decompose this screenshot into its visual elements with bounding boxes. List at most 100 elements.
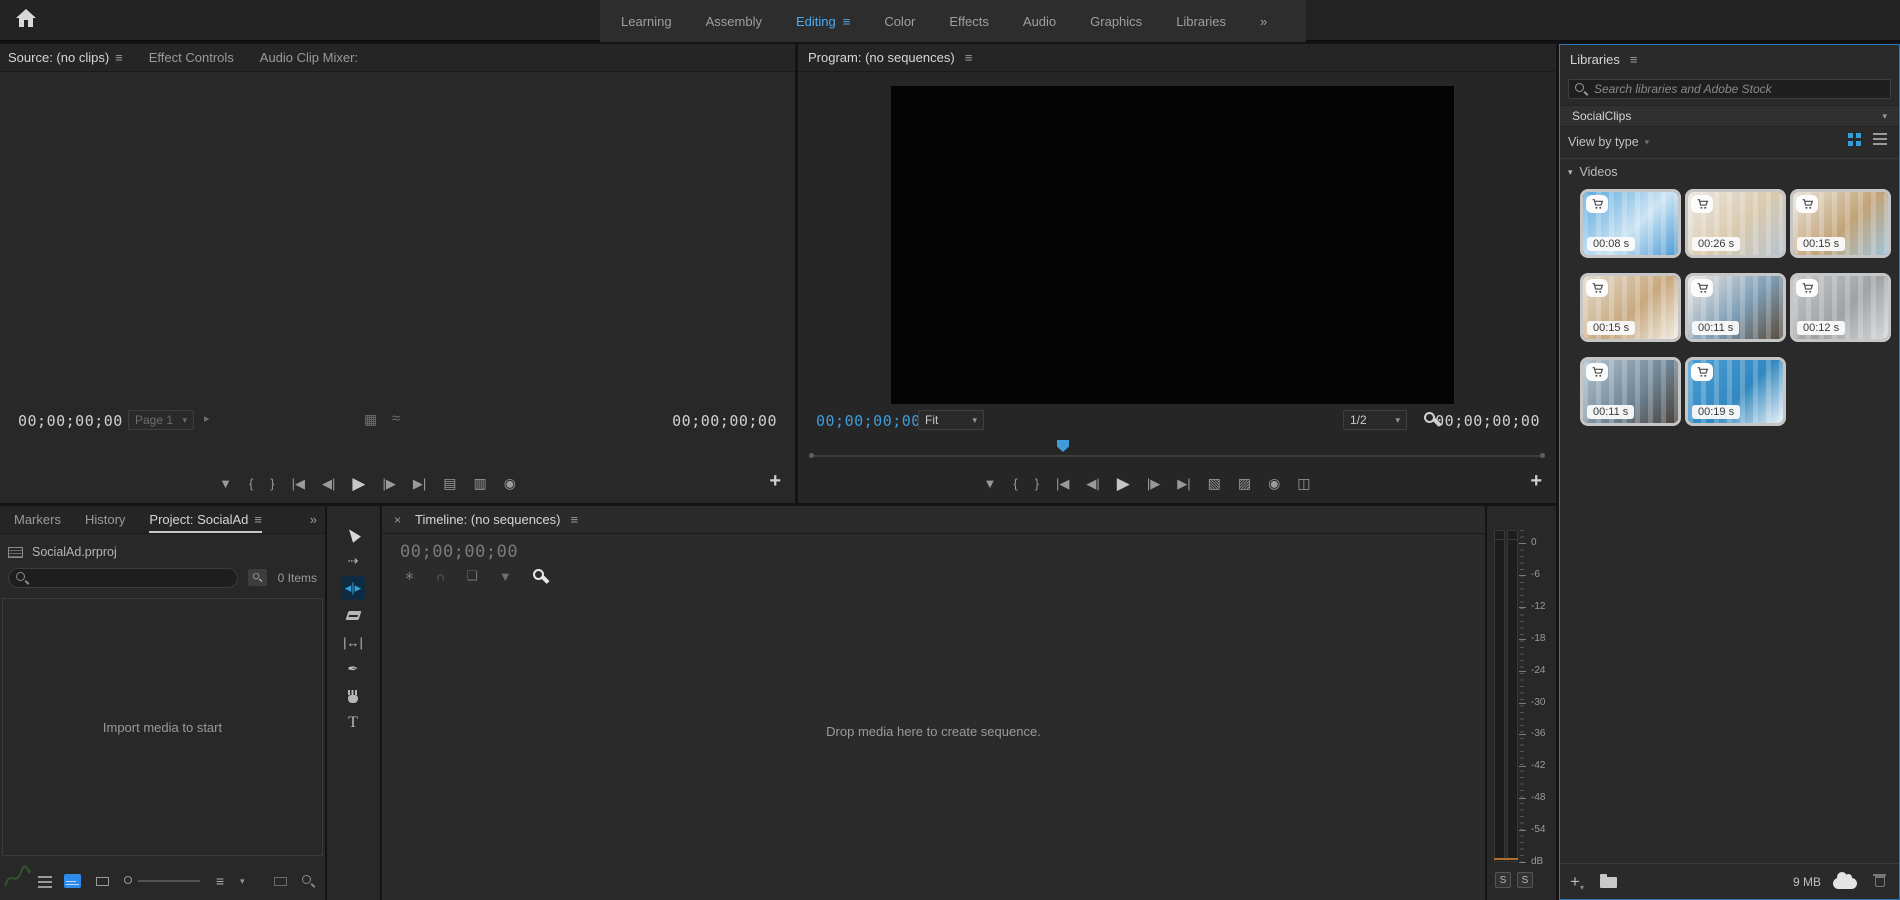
solo-button-right[interactable]: S <box>1517 872 1533 888</box>
view-by-type-dropdown[interactable]: View by type ▾ <box>1568 135 1649 149</box>
find-icon[interactable] <box>302 875 315 888</box>
step-forward-icon[interactable]: |▶ <box>382 477 395 490</box>
tab-history[interactable]: History <box>85 506 125 533</box>
panel-menu-icon[interactable]: ≡ <box>254 512 262 527</box>
search-in-bin-button[interactable] <box>248 569 267 586</box>
insert-icon[interactable]: ▤ <box>443 476 456 490</box>
mark-in-icon[interactable]: { <box>1013 477 1017 490</box>
insert-overwrite-sequence-icon[interactable]: ∗ <box>404 568 415 584</box>
go-to-out-icon[interactable]: ▶| <box>1177 477 1190 490</box>
new-library-item-button[interactable]: +▾ <box>1570 872 1584 892</box>
tab-effect-controls[interactable]: Effect Controls <box>149 50 234 65</box>
stock-video-card[interactable]: 00:12 s <box>1790 273 1891 342</box>
tab-project-socialad[interactable]: Project: SocialAd≡ <box>149 506 262 533</box>
videos-section-header[interactable]: ▾ Videos <box>1568 165 1618 179</box>
program-timecode[interactable]: 00;00;00;00 <box>816 412 921 430</box>
workspace-overflow-icon[interactable]: » <box>1243 14 1284 29</box>
export-frame-icon[interactable]: ◉ <box>1268 476 1280 490</box>
playback-resolution-select[interactable]: 1/2▾ <box>1343 410 1407 430</box>
program-playhead[interactable] <box>1057 440 1069 452</box>
stock-video-card[interactable]: 00:26 s <box>1685 189 1786 258</box>
type-tool[interactable]: T <box>341 711 365 735</box>
workspace-tab-effects[interactable]: Effects <box>932 14 1006 29</box>
cloud-sync-icon[interactable] <box>1833 878 1857 889</box>
program-add-button[interactable]: + <box>1530 470 1542 493</box>
panel-menu-icon[interactable]: ≡ <box>115 50 123 65</box>
program-panel-menu-icon[interactable]: ≡ <box>965 50 973 65</box>
chevron-down-icon[interactable]: ▾ <box>240 876 245 887</box>
workspace-tab-audio[interactable]: Audio <box>1006 14 1073 29</box>
drag-video-icon[interactable]: ▦ <box>364 411 377 428</box>
hand-tool[interactable] <box>341 684 365 708</box>
timeline-settings-wrench[interactable] <box>533 569 548 584</box>
panel-overflow-icon[interactable]: » <box>310 512 317 527</box>
zoom-level-select[interactable]: Fit▾ <box>918 410 984 430</box>
mark-out-icon[interactable]: } <box>1035 477 1039 490</box>
mark-in-icon[interactable]: { <box>249 477 253 490</box>
go-to-in-icon[interactable]: |◀ <box>1056 477 1069 490</box>
tab-program[interactable]: Program: (no sequences) <box>808 50 955 65</box>
ripple-edit-tool[interactable]: ◂|▸ <box>341 576 365 600</box>
timeline-panel-menu-icon[interactable]: ≡ <box>571 512 579 527</box>
tab-audio-clip-mixer[interactable]: Audio Clip Mixer: <box>260 50 358 65</box>
freeform-view-button[interactable] <box>96 877 109 886</box>
step-back-icon[interactable]: ◀| <box>322 477 335 490</box>
project-search-input[interactable] <box>34 571 230 585</box>
sort-icon[interactable]: ≡ <box>216 873 224 889</box>
add-marker-icon[interactable]: ▼ <box>983 477 996 490</box>
icon-view-button[interactable] <box>64 874 81 888</box>
list-view-button[interactable] <box>38 876 52 888</box>
workspace-tab-libraries[interactable]: Libraries <box>1159 14 1243 29</box>
workspace-tab-assembly[interactable]: Assembly <box>689 14 779 29</box>
add-to-cart-icon[interactable] <box>1586 195 1608 213</box>
go-to-out-icon[interactable]: ▶| <box>413 477 426 490</box>
step-forward-icon[interactable]: |▶ <box>1147 477 1160 490</box>
lift-icon[interactable]: ▧ <box>1208 476 1221 490</box>
play-icon[interactable]: ▶ <box>352 475 365 492</box>
add-to-cart-icon[interactable] <box>1586 363 1608 381</box>
export-frame-icon[interactable]: ◉ <box>504 476 516 490</box>
workspace-tab-learning[interactable]: Learning <box>604 14 689 29</box>
slip-tool[interactable]: |↔| <box>341 630 365 654</box>
page-select[interactable]: Page 1▾ <box>128 410 194 430</box>
tab-source-no-clips[interactable]: Source: (no clips)≡ <box>8 50 123 65</box>
new-folder-icon[interactable] <box>1600 877 1617 888</box>
pen-tool[interactable]: ✒ <box>341 657 365 681</box>
add-to-cart-icon[interactable] <box>1691 195 1713 213</box>
workspace-tab-menu-icon[interactable]: ≡ <box>843 14 851 29</box>
timeline-timecode[interactable]: 00;00;00;00 <box>400 542 518 562</box>
add-to-cart-icon[interactable] <box>1796 195 1818 213</box>
razor-tool[interactable] <box>341 603 365 627</box>
workspace-tab-graphics[interactable]: Graphics <box>1073 14 1159 29</box>
solo-button-left[interactable]: S <box>1495 872 1511 888</box>
home-icon[interactable] <box>14 6 38 35</box>
extract-icon[interactable]: ▨ <box>1238 476 1251 490</box>
add-to-cart-icon[interactable] <box>1691 363 1713 381</box>
page-play-icon[interactable]: ▸ <box>204 412 210 425</box>
add-to-cart-icon[interactable] <box>1691 279 1713 297</box>
add-marker-icon[interactable]: ▼ <box>219 477 232 490</box>
stock-video-card[interactable]: 00:11 s <box>1685 273 1786 342</box>
program-scrubber-track[interactable] <box>814 455 1540 457</box>
tab-timeline[interactable]: Timeline: (no sequences) <box>415 512 560 527</box>
play-icon[interactable]: ▶ <box>1117 475 1130 492</box>
grid-view-icon[interactable] <box>1848 133 1853 138</box>
libraries-panel-menu-icon[interactable]: ≡ <box>1630 52 1638 67</box>
mark-out-icon[interactable]: } <box>270 477 274 490</box>
tab-markers[interactable]: Markers <box>14 506 61 533</box>
close-icon[interactable]: × <box>394 513 401 527</box>
project-file-name[interactable]: SocialAd.prproj <box>32 545 117 559</box>
step-back-icon[interactable]: ◀| <box>1086 477 1099 490</box>
go-to-in-icon[interactable]: |◀ <box>292 477 305 490</box>
workspace-tab-editing[interactable]: Editing≡ <box>779 14 867 29</box>
stock-video-card[interactable]: 00:11 s <box>1580 357 1681 426</box>
stock-video-card[interactable]: 00:15 s <box>1580 273 1681 342</box>
tab-libraries[interactable]: Libraries <box>1570 52 1620 67</box>
stock-video-card[interactable]: 00:15 s <box>1790 189 1891 258</box>
comparison-view-icon[interactable]: ◫ <box>1297 476 1310 490</box>
linked-selection-icon[interactable]: ❏ <box>466 568 478 584</box>
add-to-cart-icon[interactable] <box>1796 279 1818 297</box>
libraries-search-input[interactable] <box>1594 82 1884 96</box>
track-select-forward-tool[interactable]: ⇢ <box>341 549 365 573</box>
workspace-tab-color[interactable]: Color <box>867 14 932 29</box>
